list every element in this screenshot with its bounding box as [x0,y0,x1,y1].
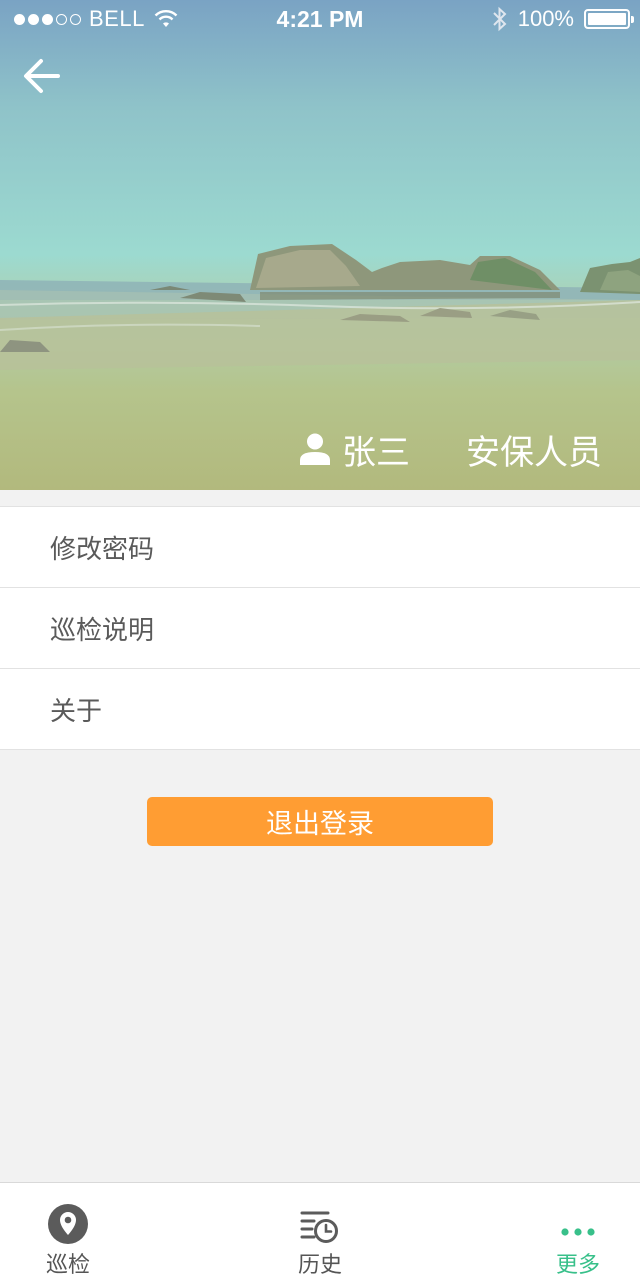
status-right: 100% [492,6,634,32]
tab-label: 更多 [555,1253,600,1278]
bluetooth-icon [493,6,507,32]
back-arrow-icon [24,59,60,93]
tab-patrol[interactable]: 巡检 [0,1183,138,1280]
history-list-icon [300,1211,338,1243]
tab-label: 巡检 [45,1253,90,1278]
menu-item-change-password[interactable]: 修改密码 [0,507,640,588]
user-name-group: 张三 [300,425,410,474]
user-icon [300,433,330,465]
menu-item-about[interactable]: 关于 [0,669,640,750]
battery-percentage: 100% [517,6,574,31]
user-role: 安保人员 [466,432,602,473]
menu-item-label: 修改密码 [50,534,155,565]
user-info: 张三 安保人员 [300,425,602,474]
beach-background-image [0,244,640,370]
menu-item-patrol-instructions[interactable]: 巡检说明 [0,588,640,669]
status-bar: BELL 4:21 PM 100% [0,0,640,40]
location-pin-icon [48,1204,88,1244]
back-button[interactable] [20,54,64,98]
settings-menu: 修改密码 巡检说明 关于 [0,506,640,750]
tab-history[interactable]: 历史 [250,1183,390,1280]
logout-button[interactable]: 退出登录 [147,797,493,846]
user-name: 张三 [342,432,410,473]
menu-item-label: 关于 [50,696,103,727]
battery-icon [584,9,634,29]
tab-bar: 巡检 历史 更多 [0,1182,640,1280]
tab-label: 历史 [297,1253,342,1278]
more-dots-icon [561,1228,595,1236]
profile-header: BELL 4:21 PM 100% 张三 安保人员 [0,0,640,490]
menu-item-label: 巡检说明 [50,615,155,646]
tab-more[interactable]: 更多 [508,1183,640,1280]
settings-screen: BELL 4:21 PM 100% 张三 安保人员 修改密码 巡检说明 关于 退… [0,0,640,1280]
